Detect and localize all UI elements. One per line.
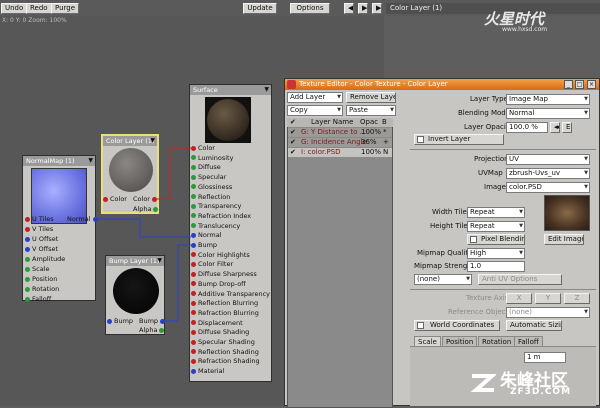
mipmap-quality-label: Mipmap Quality (417, 249, 473, 257)
image-thumbnail[interactable] (544, 195, 590, 231)
invert-layer-button[interactable]: Invert Layer (414, 134, 504, 145)
invert-layer-label: Invert Layer (428, 135, 471, 143)
width-tile-label: Width Tile (432, 208, 467, 216)
texture-editor-title: Texture Editor - Color Texture - Color L… (285, 79, 599, 90)
divider (410, 289, 596, 290)
layer-blend: N (383, 148, 389, 156)
world-coordinates-label: World Coordinates (430, 321, 495, 329)
envelope-e-icon[interactable]: E (562, 122, 572, 133)
reference-object-label: Reference Object (448, 308, 509, 316)
layer-type-label: Layer Type (470, 95, 508, 103)
pixel-blending-checkbox[interactable] (470, 236, 477, 243)
layer-enabled-icon[interactable]: ✔ (290, 138, 296, 147)
auto-uv-button[interactable]: Anti UV Options (478, 274, 562, 285)
height-tile-label: Height Tile (430, 222, 468, 230)
projection-label: Projection (474, 155, 509, 163)
layer-opacity-input[interactable]: 100.0 % (506, 122, 548, 133)
watermark-logo (470, 370, 498, 396)
scale-x-input[interactable]: 1 m (524, 352, 566, 363)
layer-enabled-icon[interactable]: ✔ (290, 128, 296, 137)
layer-opacity: 100% (361, 148, 382, 156)
wire-normal (93, 218, 191, 238)
envelope-icon[interactable]: ◂▸ (550, 122, 560, 133)
layer-opacity: 36% (361, 138, 377, 146)
column-layer-name: Layer Name (311, 118, 354, 126)
mipmap-strength-label: Mipmap Strength (414, 262, 475, 270)
layer-name: G: Y Distance to ... (301, 128, 367, 136)
vmap-select[interactable]: (none) (414, 274, 472, 285)
uvmap-select[interactable]: zbrush-Uvs_uv (506, 168, 590, 179)
height-tile-select[interactable]: Repeat (467, 221, 525, 232)
column-check-icon: ✔ (290, 118, 296, 126)
column-opacity: Opac (360, 118, 379, 126)
layer-enabled-icon[interactable]: ✔ (290, 148, 296, 157)
world-coordinates-checkbox[interactable] (417, 322, 424, 329)
column-blend: B (382, 118, 387, 126)
layer-blend: + (383, 138, 389, 146)
minimize-icon[interactable]: _ (564, 80, 573, 89)
watermark-bottom-url: ZF3D.COM (510, 387, 572, 397)
width-tile-select[interactable]: Repeat (467, 207, 525, 218)
paste-select[interactable]: Paste (346, 105, 396, 116)
layer-name: G: Incidence Angle (301, 138, 367, 146)
layer-type-select[interactable]: Image Map (506, 94, 590, 105)
layer-name: I: color.PSD (301, 148, 341, 156)
texture-axis-label: Texture Axis (466, 294, 509, 302)
edit-image-button[interactable]: Edit Image (544, 234, 584, 245)
copy-select[interactable]: Copy (287, 105, 343, 116)
blending-mode-select[interactable]: Normal (506, 108, 590, 119)
reference-object-select[interactable]: (none) (506, 307, 590, 318)
pixel-blending-button[interactable]: Pixel Blending (467, 234, 525, 245)
wire-bump (162, 244, 191, 322)
invert-layer-checkbox[interactable] (417, 136, 424, 143)
mipmap-strength-input[interactable]: 1.0 (467, 261, 525, 272)
blending-mode-label: Blending Mode (458, 109, 511, 117)
layer-list[interactable] (287, 118, 393, 408)
app-icon (287, 80, 296, 89)
axis-y-button[interactable]: Y (535, 293, 561, 304)
layer-blend: * (383, 128, 387, 136)
uvmap-label: UVMap (478, 169, 503, 177)
projection-select[interactable]: UV (506, 154, 590, 165)
close-icon[interactable]: × (587, 80, 596, 89)
add-layer-select[interactable]: Add Layer (287, 92, 343, 103)
pixel-blending-label: Pixel Blending (481, 235, 524, 243)
remove-layer-button[interactable]: Remove Layer (346, 92, 396, 103)
layer-opacity: 100% (361, 128, 382, 136)
maximize-icon[interactable]: □ (575, 80, 584, 89)
automatic-sizing-button[interactable]: Automatic Sizing (506, 320, 562, 331)
image-label: Image (484, 183, 506, 191)
mipmap-quality-select[interactable]: High (467, 248, 525, 259)
axis-z-button[interactable]: Z (564, 293, 590, 304)
world-coordinates-button[interactable]: World Coordinates (414, 320, 500, 331)
divider (410, 149, 596, 150)
axis-x-button[interactable]: X (506, 293, 532, 304)
image-select[interactable]: color.PSD (506, 182, 590, 193)
wire-color (156, 147, 191, 200)
